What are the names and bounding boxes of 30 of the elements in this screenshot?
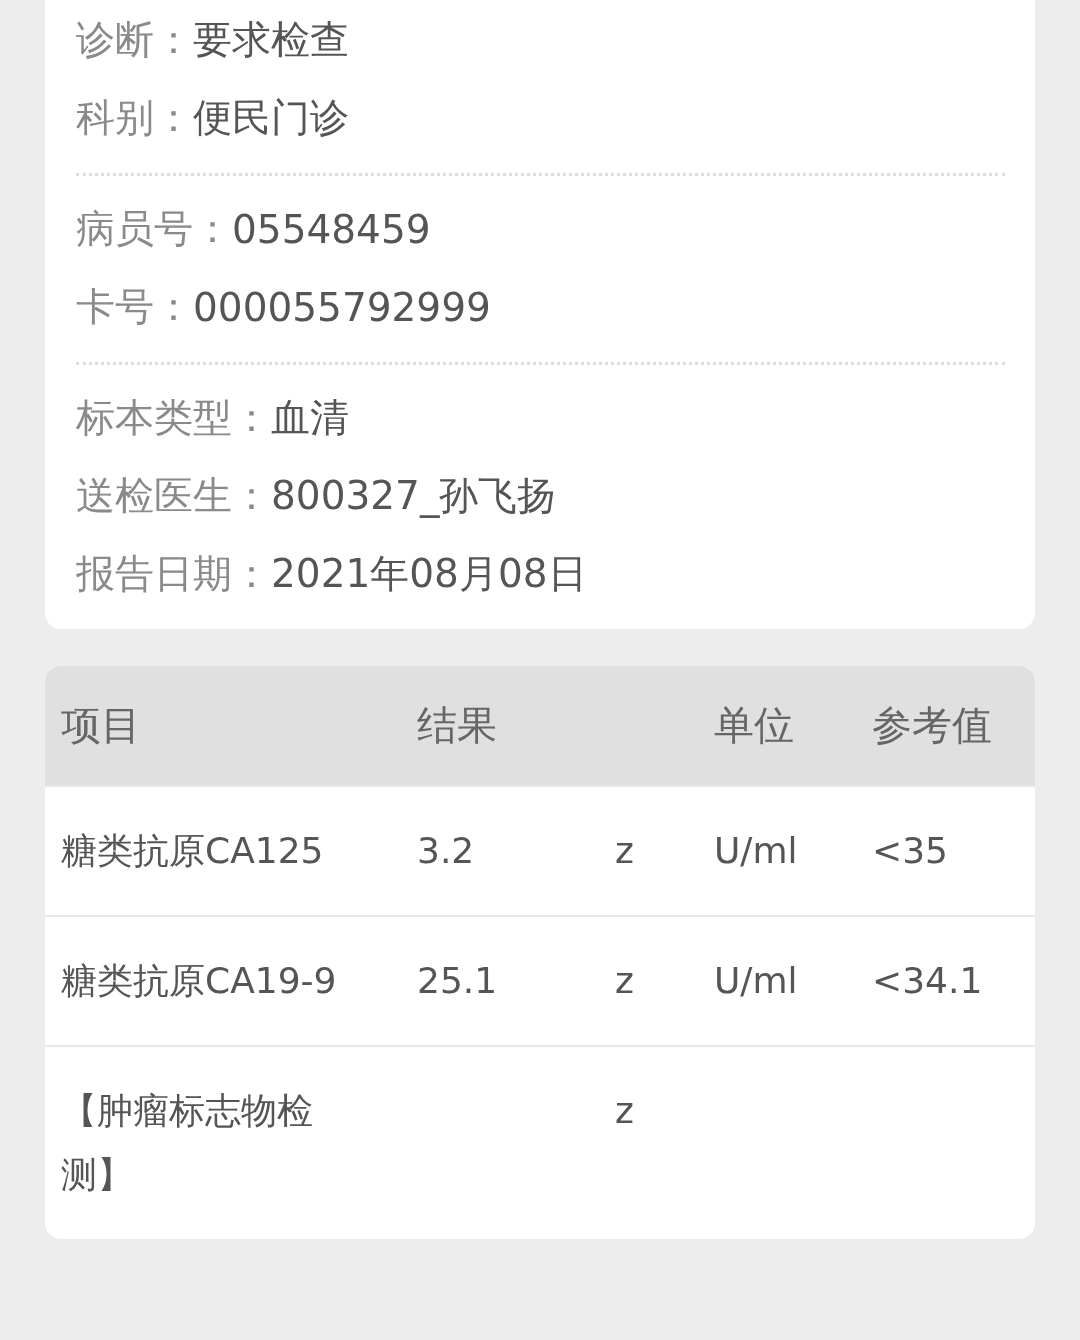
field-value: 000055792999 (193, 284, 491, 330)
column-header: 参考值 (872, 701, 993, 750)
table-cell-text: 糖类抗原CA19-9 (60, 959, 338, 1003)
field-label: 病员号： (76, 205, 232, 253)
table-cell-text: z (615, 959, 635, 1003)
field-value: 要求检查 (193, 16, 349, 64)
table-cell-text: U/ml (714, 959, 799, 1003)
column-header: 结果 (417, 701, 498, 750)
table-cell-text: U/ml (714, 829, 799, 873)
column-header: 单位 (714, 701, 795, 750)
table-cell-text: z (615, 1089, 635, 1133)
table-cell-text: 糖类抗原CA125 (60, 829, 325, 873)
field-label: 诊断： (76, 16, 193, 64)
field-label: 科别： (76, 94, 193, 142)
table-cell-text: z (615, 829, 635, 873)
column-header: 项目 (60, 701, 142, 750)
field-label: 送检医生： (76, 472, 271, 520)
table-cell-text: <34.1 (872, 959, 984, 1003)
field-value: 血清 (271, 394, 349, 442)
field-label: 报告日期： (76, 550, 271, 598)
field-value: 便民门诊 (193, 94, 349, 142)
field-value: 800327_孙飞扬 (271, 472, 557, 520)
table-cell-text: 3.2 (417, 829, 476, 873)
table-cell-text: <35 (872, 829, 949, 873)
table-cell-text: 【肿瘤标志物检测】 (60, 1089, 314, 1197)
field-label: 卡号： (76, 283, 193, 331)
table-cell-text: 25.1 (417, 959, 499, 1003)
field-value: 2021年08月08日 (271, 550, 587, 598)
field-label: 标本类型： (76, 394, 271, 442)
field-value: 05548459 (232, 206, 431, 252)
